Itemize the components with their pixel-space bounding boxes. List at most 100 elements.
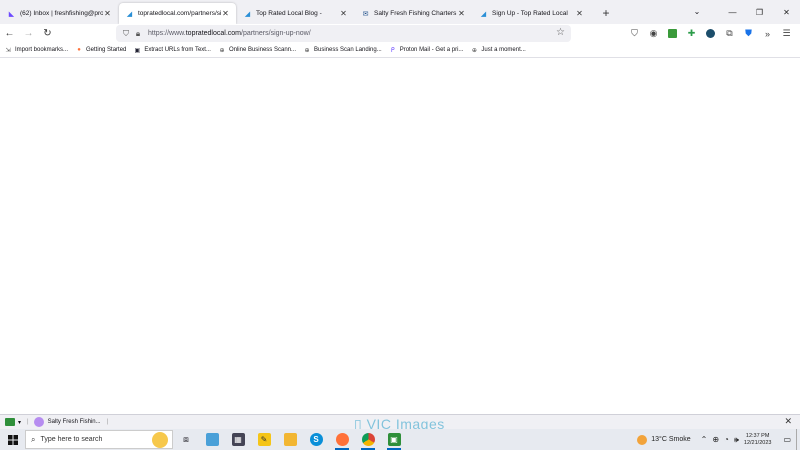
weather-text: 13°C Smoke [651, 436, 691, 443]
search-placeholder: Type here to search [40, 436, 103, 443]
bookmark-item[interactable]: ▣ Extract URLs from Text... [133, 46, 211, 54]
url-path: /partners/sign-up-now/ [241, 30, 311, 37]
tab-title: Sign Up - Top Rated Local [492, 10, 568, 17]
notifications-icon[interactable]: ▭ [783, 435, 791, 444]
bookmark-item[interactable]: ⊕ Business Scan Landing... [303, 46, 382, 54]
taskbar-search[interactable]: ⌕ Type here to search [25, 430, 173, 449]
close-tab-icon[interactable]: ✕ [103, 9, 112, 18]
new-tab-button[interactable]: + [598, 5, 614, 21]
extensions-puzzle-icon[interactable]: ⧉ [720, 25, 739, 42]
app-chrome[interactable] [355, 429, 381, 450]
overflow-menu-icon[interactable]: » [758, 25, 777, 42]
toolbar-icons: ⛉ ◉ ✚ ⧉ ⛊ » ☰ [625, 25, 796, 42]
bookmark-item[interactable]: ⇲ Import bookmarks... [4, 46, 68, 54]
proton-mail-icon: ◣ [8, 10, 15, 18]
app-green[interactable]: ▣ [381, 429, 407, 450]
extension-badge-icon[interactable] [701, 25, 720, 42]
mail-icon: ✉ [362, 10, 369, 18]
bookmark-item[interactable]: ⊕ Online Business Scann... [218, 46, 296, 54]
restore-button[interactable]: ❐ [746, 0, 773, 24]
bookmark-item[interactable]: ᑭ Proton Mail - Get a pri... [389, 46, 464, 54]
app-edge[interactable] [199, 429, 225, 450]
tab-strip: ◣ (62) Inbox | freshfishing@proto ✕ ◢ toprat… [0, 0, 800, 24]
import-icon: ⇲ [5, 47, 11, 54]
tab-1[interactable]: ◢ topratedlocal.com/partners/sig ✕ [119, 3, 236, 24]
tab-2[interactable]: ◢ Top Rated Local Blog - ✕ [237, 3, 354, 24]
app-calculator[interactable]: ▦ [225, 429, 251, 450]
tab-title: (62) Inbox | freshfishing@proto [20, 10, 103, 17]
account-icon[interactable]: ◉ [644, 25, 663, 42]
url-bar[interactable]: ⛉ 🔒︎ https://www.topratedlocal.com/partn… [116, 25, 571, 42]
close-tab-icon[interactable]: ✕ [575, 9, 584, 18]
app-firefox[interactable] [329, 429, 355, 450]
pocket-icon[interactable]: ⛉ [625, 25, 644, 42]
close-tab-icon[interactable]: ✕ [339, 9, 348, 18]
network-icon[interactable]: ⊕ [712, 435, 719, 444]
hamburger-menu-icon[interactable]: ☰ [777, 25, 796, 42]
chevron-up-icon[interactable]: ⌃ [701, 435, 708, 444]
url-text[interactable]: https://www.topratedlocal.com/partners/s… [148, 30, 311, 37]
window-icon [5, 418, 15, 426]
extension-plus-icon[interactable]: ✚ [682, 25, 701, 42]
bookmark-star-icon[interactable]: ☆ [556, 27, 565, 38]
close-tab-icon[interactable]: ✕ [457, 9, 466, 18]
recent-item-label: Salty Fresh Fishin... [47, 419, 101, 425]
tab-title: Top Rated Local Blog - [256, 10, 322, 17]
show-desktop-button[interactable] [796, 429, 800, 450]
close-bar-icon[interactable]: ✕ [784, 416, 792, 427]
back-button[interactable]: ← [0, 25, 19, 42]
tab-title: topratedlocal.com/partners/sig [138, 10, 221, 17]
start-button[interactable] [0, 429, 25, 450]
chrome-icon [361, 433, 375, 446]
extension-green-icon[interactable] [663, 25, 682, 42]
tracking-shield-icon[interactable]: ⛉ [120, 28, 132, 40]
weather-icon [637, 434, 648, 445]
search-icon: ⌕ [31, 434, 36, 444]
clock-time: 12:37 PM [745, 432, 770, 439]
folder-icon [283, 433, 297, 446]
close-tab-icon[interactable]: ✕ [221, 9, 230, 18]
green-app-icon: ▣ [387, 433, 401, 446]
list-all-tabs-icon[interactable]: ⌄ [690, 4, 704, 18]
bookmark-label: Online Business Scann... [228, 47, 296, 53]
reload-button[interactable]: ↻ [38, 25, 57, 42]
skype-icon: S [309, 433, 323, 446]
task-view-icon: ⧈ [183, 434, 189, 444]
weather-widget[interactable]: 13°C Smoke [637, 434, 691, 445]
minimize-button[interactable]: — [719, 0, 746, 24]
wifi-icon[interactable]: ◔ [724, 435, 729, 444]
tab-0[interactable]: ◣ (62) Inbox | freshfishing@proto ✕ [1, 3, 118, 24]
bookmark-item[interactable]: ⊕ Just a moment... [470, 46, 526, 54]
window-controls: — ❐ ✕ [719, 0, 800, 24]
forward-button[interactable]: → [19, 25, 38, 42]
app-skype[interactable]: S [303, 429, 329, 450]
tab-title: Salty Fresh Fishing Charters - M [374, 10, 457, 17]
bookmarks-toolbar: ⇲ Import bookmarks... ● Getting Started ▣ Ext… [0, 43, 800, 58]
app-file-explorer[interactable] [277, 429, 303, 450]
tab-3[interactable]: ✉ Salty Fresh Fishing Charters - M✕ [355, 3, 472, 24]
bookmark-label: Just a moment... [481, 47, 526, 53]
proton-icon: ᑭ [390, 47, 395, 54]
lock-icon[interactable]: 🔒︎ [132, 28, 144, 40]
clock[interactable]: 12:37 PM 12/21/2023 [744, 433, 772, 447]
nav-bar: ← → ↻ ⛉ 🔒︎ https://www.topratedlocal.com… [0, 24, 800, 43]
recent-item[interactable]: Salty Fresh Fishin... | [33, 417, 108, 427]
volume-icon[interactable]: 🕪︎ [734, 435, 739, 445]
bookmark-item[interactable]: ● Getting Started [75, 46, 126, 54]
page-content [0, 58, 800, 414]
tab-list: ◣ (62) Inbox | freshfishing@proto ✕ ◢ toprat… [0, 0, 590, 24]
toprated-icon: ◢ [126, 10, 133, 18]
url-prefix: https://www. [148, 30, 186, 37]
close-window-button[interactable]: ✕ [773, 0, 800, 24]
bookmark-label: Business Scan Landing... [314, 47, 382, 53]
firefox-icon: ● [77, 47, 81, 53]
app-notes[interactable]: ✎ [251, 429, 277, 450]
task-view-button[interactable]: ⧈ [173, 429, 199, 450]
vpn-shield-icon[interactable]: ⛊ [739, 25, 758, 42]
toprated-icon: ◢ [244, 10, 251, 18]
bookmark-label: Import bookmarks... [15, 47, 69, 53]
sidebar-toggle[interactable]: ▾ | [5, 418, 34, 426]
firefox-icon [335, 433, 349, 446]
chevron-down-icon[interactable]: ▾ [18, 419, 21, 426]
tab-4[interactable]: ◢ Sign Up - Top Rated Local ✕ [473, 3, 590, 24]
